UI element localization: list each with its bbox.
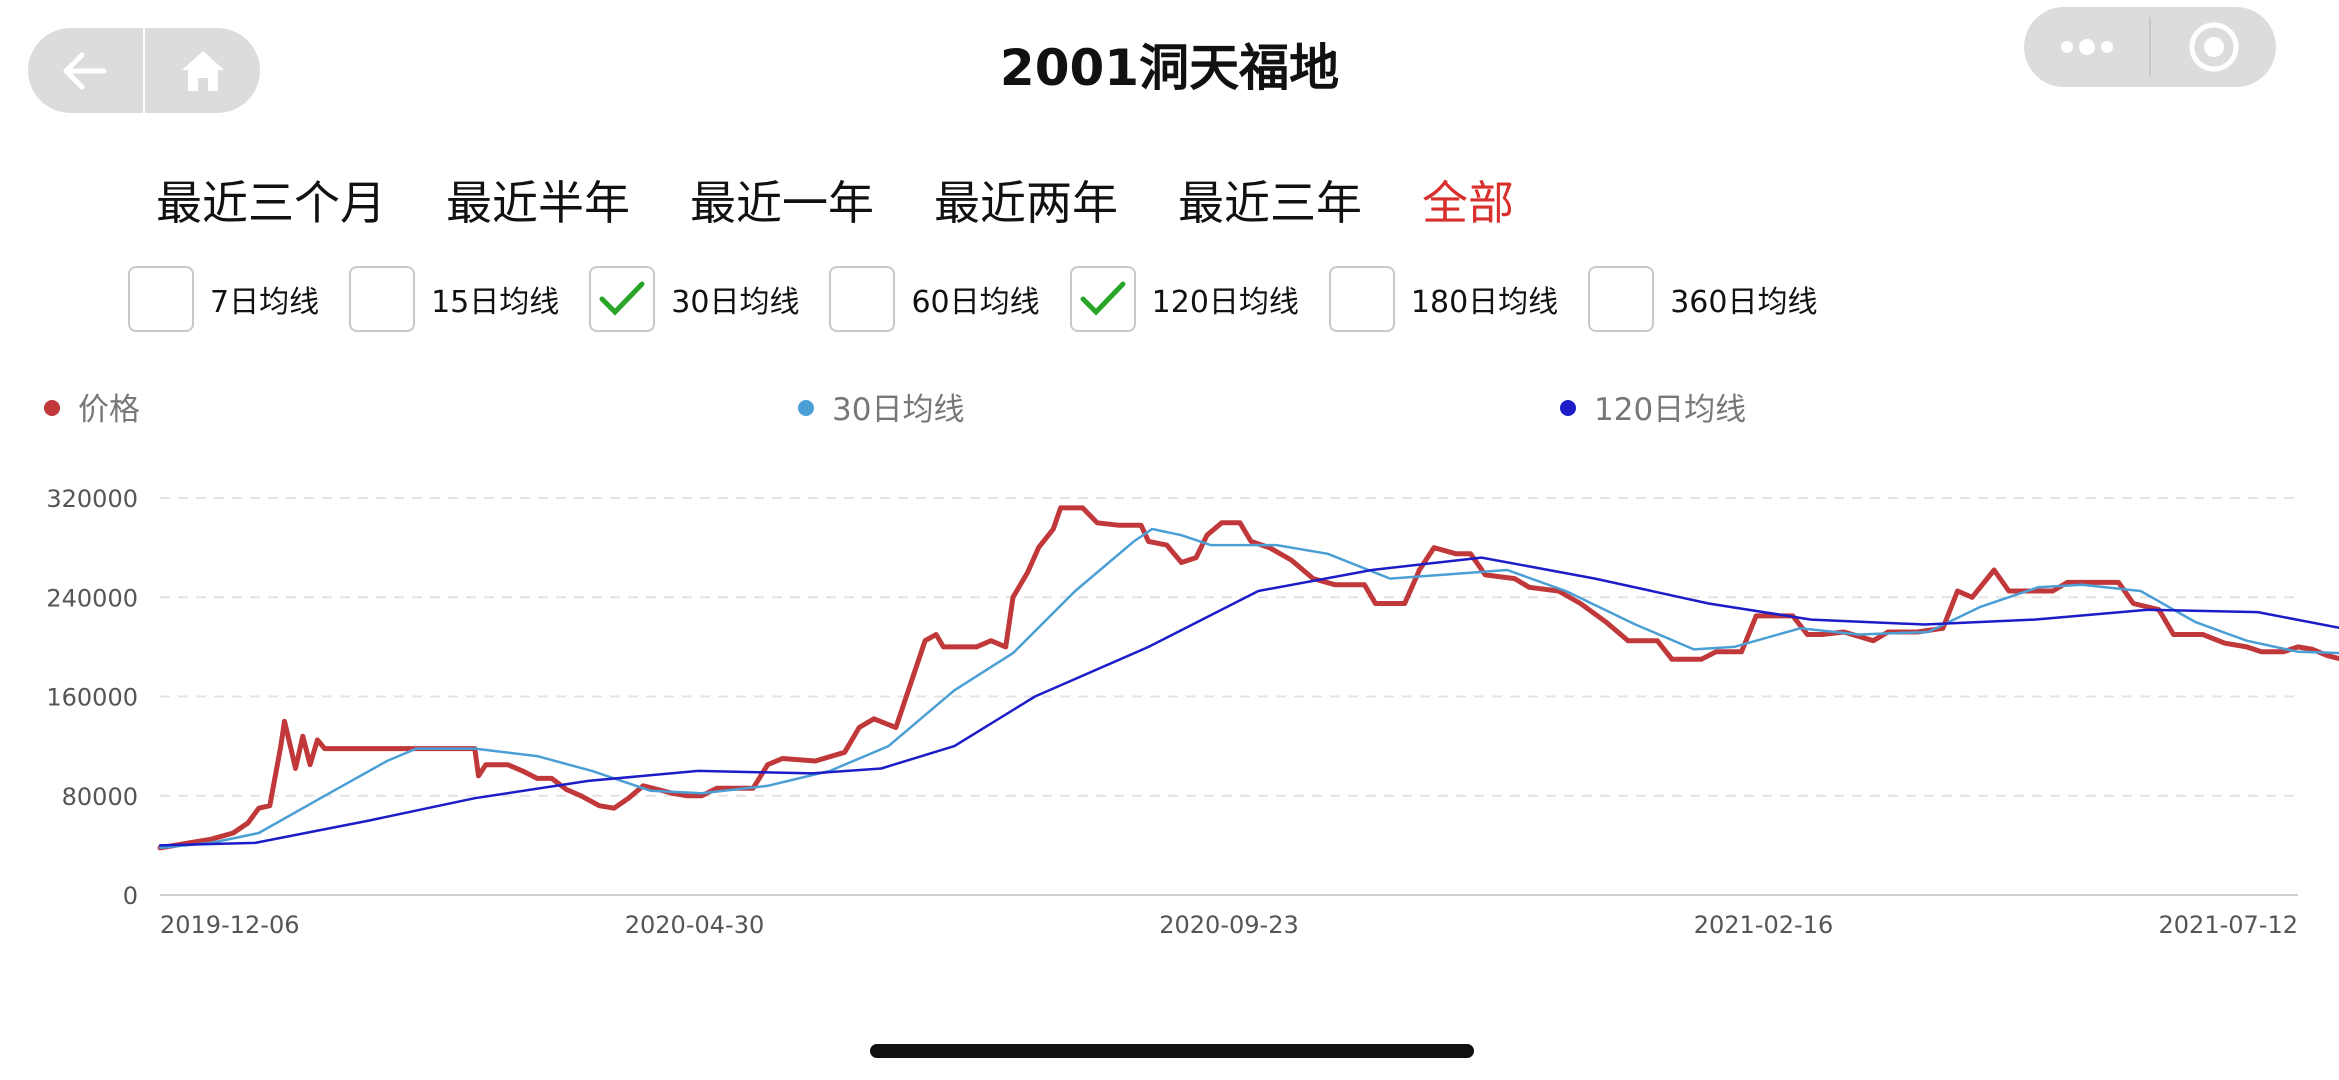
ma-option-label: 15日均线 [431,285,560,320]
ma-option[interactable]: 180日均线 [1328,266,1559,332]
ma-option[interactable]: 120日均线 [1069,266,1299,332]
home-indicator[interactable] [870,1044,1474,1058]
ma-checkbox[interactable] [829,266,896,332]
target-circle-icon [2189,22,2238,72]
ma-option[interactable]: 360日均线 [1588,266,1817,332]
y-tick-label: 240000 [46,584,138,612]
ma-option-label: 120日均线 [1151,285,1299,320]
range-tabs: 最近三个月 最近半年 最近一年 最近两年 最近三年 全部 [156,168,1574,238]
y-tick-label: 320000 [46,485,138,513]
range-tab[interactable]: 最近两年 [934,168,1118,238]
range-tab[interactable]: 最近半年 [446,168,630,238]
legend-marker [798,400,814,416]
ma-option[interactable]: 15日均线 [349,266,559,332]
ma-option-label: 30日均线 [671,285,800,320]
more-button[interactable] [2024,7,2149,87]
ma120-series-line [158,556,2339,847]
ma-checkbox[interactable] [1588,266,1655,332]
legend-marker [44,400,60,416]
x-tick-label: 2020-09-23 [1159,911,1298,939]
range-tab[interactable]: 最近一年 [690,168,874,238]
x-tick-label: 2021-02-16 [1694,911,1833,939]
ma-option[interactable]: 7日均线 [128,266,319,332]
legend-label: 价格 [78,392,140,428]
ma-checkbox[interactable] [589,266,656,332]
ma-option[interactable]: 60日均线 [829,266,1040,332]
moving-average-options: 7日均线 15日均线 30日均线 60日均线 120日均线 180日均线 360日均线 [128,266,1847,332]
x-tick-label: 2021-07-12 [2159,911,2298,939]
y-tick-label: 80000 [62,783,138,811]
ma-checkbox[interactable] [1328,266,1395,332]
more-dots-icon [2060,39,2113,55]
price-chart: 价格 30日均线 120日均线 0 80000 160000 240000 320000 201… [44,392,2339,939]
range-tab[interactable]: 全部 [1422,168,1514,238]
checkmark-icon [599,281,645,316]
ma30-series-line [158,527,2339,850]
ma-option-label: 360日均线 [1670,285,1818,320]
x-tick-label: 2019-12-06 [160,911,299,939]
range-tab[interactable]: 最近三个月 [156,168,386,238]
ma-option[interactable]: 30日均线 [589,266,799,332]
page-title: 2001洞天福地 [999,39,1340,97]
ma-option-label: 60日均线 [911,285,1040,320]
range-tab[interactable]: 最近三年 [1178,168,1362,238]
close-miniprogram-button[interactable] [2151,7,2276,87]
x-tick-label: 2020-04-30 [625,911,764,939]
ma-option-label: 7日均线 [210,285,320,320]
ma-checkbox[interactable] [1069,266,1136,332]
menu-capsule [2024,7,2276,87]
ma-checkbox[interactable] [349,266,416,332]
ma-option-label: 180日均线 [1410,285,1559,320]
legend-label: 120日均线 [1594,392,1746,428]
checkmark-icon [1080,281,1126,316]
ma-checkbox[interactable] [128,266,194,332]
legend-marker [1560,400,1576,416]
y-tick-label: 0 [123,882,138,910]
legend-label: 30日均线 [832,392,964,428]
y-tick-label: 160000 [46,684,138,712]
